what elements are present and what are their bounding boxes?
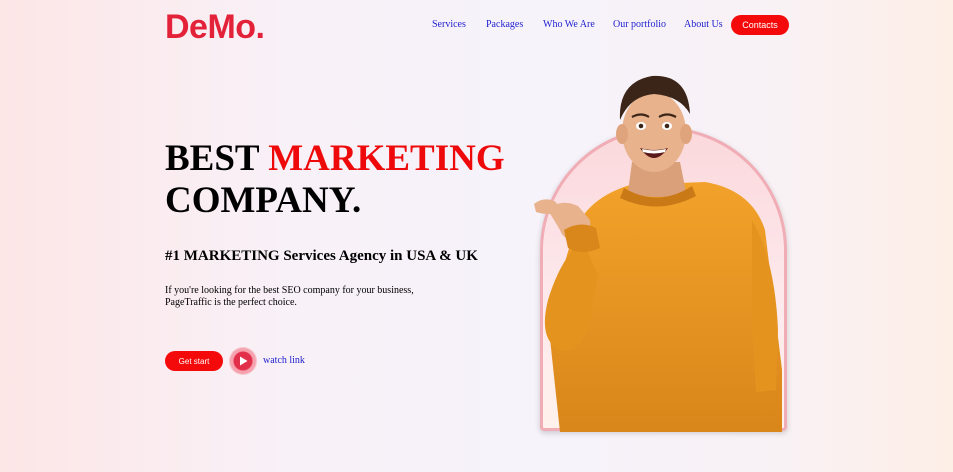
play-icon bbox=[240, 356, 248, 366]
play-video-button[interactable] bbox=[230, 348, 256, 374]
headline-word-best: BEST bbox=[165, 138, 259, 179]
nav-link-our-portfolio[interactable]: Our portfolio bbox=[613, 19, 666, 30]
description-line-2: PageTraffic is the perfect choice. bbox=[165, 297, 297, 308]
headline-line-company: COMPANY. bbox=[165, 180, 362, 221]
hero-subheading: #1 MARKETING Services Agency in USA & UK bbox=[165, 248, 478, 264]
hero-person-image bbox=[534, 75, 782, 432]
contacts-button[interactable]: Contacts bbox=[731, 15, 789, 35]
watch-link[interactable]: watch link bbox=[263, 355, 305, 366]
hero-headline: BEST MARKETING COMPANY. bbox=[165, 138, 505, 222]
nav-link-services[interactable]: Services bbox=[432, 19, 466, 30]
hero-description: If you're looking for the best SEO compa… bbox=[165, 285, 425, 309]
description-line-1: If you're looking for the best SEO compa… bbox=[165, 285, 414, 296]
get-start-button[interactable]: Get start bbox=[165, 351, 223, 371]
headline-word-marketing: MARKETING bbox=[268, 138, 505, 179]
nav-link-who-we-are[interactable]: Who We Are bbox=[543, 19, 595, 30]
top-nav: Services Packages Who We Are Our portfol… bbox=[0, 0, 953, 50]
nav-link-packages[interactable]: Packages bbox=[486, 19, 523, 30]
nav-link-about-us[interactable]: About Us bbox=[684, 19, 723, 30]
